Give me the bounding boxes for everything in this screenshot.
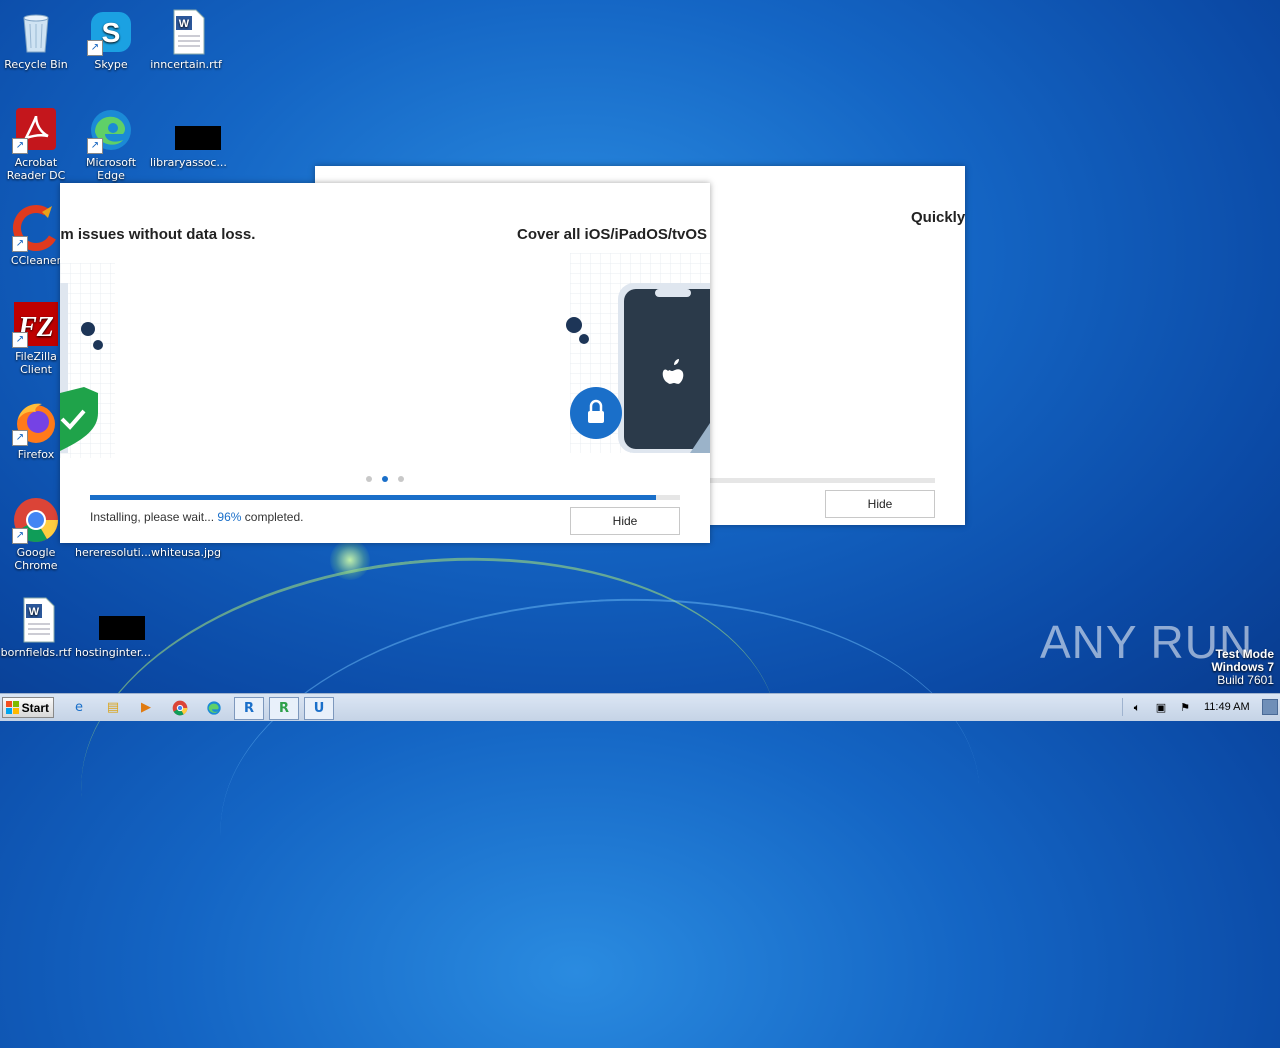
word-document-icon: W xyxy=(12,596,60,644)
redacted-file-icon xyxy=(87,596,145,644)
desktop-icon-bornfields-rtf[interactable]: W bornfields.rtf xyxy=(0,596,72,659)
test-mode-watermark: Test Mode Windows 7 Build 7601 xyxy=(1211,648,1274,687)
filezilla-icon: FZ ↗ xyxy=(12,300,60,348)
ccleaner-icon: ↗ xyxy=(12,204,60,252)
desktop-icon-recycle-bin[interactable]: Recycle Bin xyxy=(0,8,72,71)
media-player-icon[interactable]: ▶ xyxy=(135,697,157,718)
svg-text:S: S xyxy=(102,17,121,48)
install-status-text: Installing, please wait... 96% completed… xyxy=(90,510,303,524)
chrome-icon: ↗ xyxy=(12,496,60,544)
volume-icon[interactable]: 🔈︎ xyxy=(1126,697,1148,718)
svg-text:W: W xyxy=(29,606,40,618)
installer-window-front[interactable]: em issues without data loss. Cover all i… xyxy=(60,183,710,543)
desktop-icon-hostinginter[interactable]: hostinginter... xyxy=(75,596,151,659)
firefox-icon: ↗ xyxy=(12,398,60,446)
hide-button[interactable]: Hide xyxy=(570,507,680,535)
setup-taskbar-icon[interactable]: U xyxy=(304,697,334,720)
wallpaper-swoosh xyxy=(206,574,994,1048)
shortcut-arrow-icon: ↗ xyxy=(12,528,28,544)
carousel-dot[interactable] xyxy=(366,476,372,482)
file-explorer-icon[interactable]: ▤ xyxy=(102,697,124,718)
slide-headline: Quickly xyxy=(911,209,966,226)
carousel-dot[interactable] xyxy=(398,476,404,482)
start-button[interactable]: Start xyxy=(2,697,54,718)
shortcut-arrow-icon: ↗ xyxy=(12,138,28,154)
desktop-icon-libraryassoc[interactable]: libraryassoc... xyxy=(150,106,227,169)
desktop-icon-skype[interactable]: S ↗ Skype xyxy=(75,8,147,71)
chrome-taskbar-icon[interactable] xyxy=(169,697,191,718)
hide-button[interactable]: Hide xyxy=(825,490,935,518)
acrobat-icon: ↗ xyxy=(12,106,60,154)
svg-text:W: W xyxy=(179,18,190,30)
network-icon[interactable]: ▣ xyxy=(1150,697,1172,718)
wallpaper-swoosh xyxy=(60,524,800,999)
windows-logo-icon xyxy=(6,701,19,714)
recycle-bin-icon xyxy=(12,8,60,56)
desktop-icon-microsoft-edge[interactable]: ↗ Microsoft Edge xyxy=(75,106,147,182)
edge-taskbar-icon[interactable] xyxy=(203,697,225,718)
shortcut-arrow-icon: ↗ xyxy=(12,236,28,252)
edge-icon: ↗ xyxy=(87,106,135,154)
status-percent: 96% xyxy=(217,510,242,524)
shortcut-arrow-icon: ↗ xyxy=(87,40,103,56)
carousel-indicators xyxy=(366,467,414,486)
shortcut-arrow-icon: ↗ xyxy=(12,332,28,348)
desktop-icon-inncertain-rtf[interactable]: W inncertain.rtf xyxy=(150,8,222,71)
installer-taskbar-icon[interactable]: R xyxy=(269,697,299,720)
start-label: Start xyxy=(21,701,49,715)
slide-illustration-left xyxy=(60,263,115,458)
carousel-dot-active[interactable] xyxy=(382,476,388,482)
word-document-icon: W xyxy=(162,8,210,56)
build-label: Build 7601 xyxy=(1217,673,1274,687)
slide-headline-right: Cover all iOS/iPadOS/tvOS xyxy=(517,226,708,243)
progress-track xyxy=(710,478,935,483)
redacted-file-icon xyxy=(162,106,221,154)
slide-illustration-right xyxy=(566,253,710,453)
skype-icon: S ↗ xyxy=(87,8,135,56)
action-center-flag-icon[interactable]: ⚑ xyxy=(1174,697,1196,718)
desktop-icon-acrobat-reader[interactable]: ↗ Acrobat Reader DC xyxy=(0,106,72,182)
internet-explorer-icon[interactable]: e xyxy=(68,697,90,718)
install-progress-fill xyxy=(90,495,657,500)
show-desktop-button[interactable] xyxy=(1262,699,1278,715)
status-prefix: Installing, please wait... xyxy=(90,510,218,524)
slide-headline-left: em issues without data loss. xyxy=(60,226,256,243)
wallpaper-glow xyxy=(330,540,370,580)
shortcut-arrow-icon: ↗ xyxy=(87,138,103,154)
reiboot-taskbar-icon[interactable]: R xyxy=(234,697,264,720)
shortcut-arrow-icon: ↗ xyxy=(12,430,28,446)
install-progress-bar xyxy=(90,495,680,500)
status-suffix: completed. xyxy=(241,510,304,524)
taskbar: Start e ▤ ▶ R R U 🔈︎ ▣ ⚑ 11:49 AM xyxy=(0,693,1280,721)
clock[interactable]: 11:49 AM xyxy=(1204,701,1250,713)
